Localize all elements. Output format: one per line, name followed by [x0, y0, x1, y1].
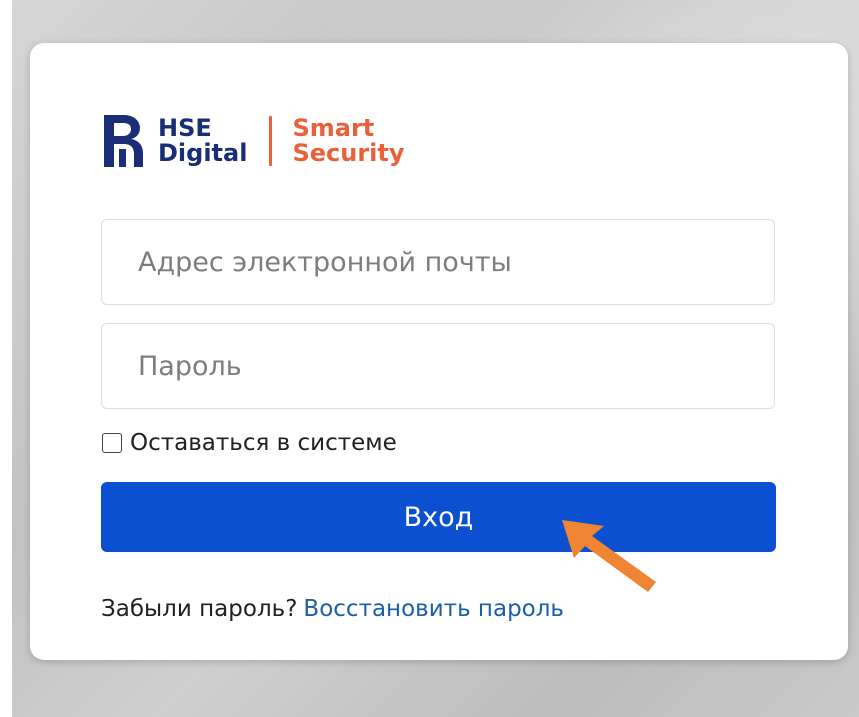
- remember-label[interactable]: Оставаться в системе: [130, 430, 397, 456]
- brand-secondary-line1: Smart: [292, 114, 375, 142]
- brand-secondary-line2: Security: [292, 139, 405, 167]
- brand-secondary: Smart Security: [292, 116, 404, 166]
- password-input[interactable]: [101, 323, 775, 409]
- remember-me[interactable]: Оставаться в системе: [102, 430, 397, 456]
- email-input[interactable]: [101, 219, 775, 305]
- restore-password-link[interactable]: Восстановить пароль: [303, 596, 564, 622]
- brand-primary: HSE Digital: [158, 116, 247, 166]
- hse-logo-icon: [104, 115, 143, 167]
- brand-primary-line1: HSE: [158, 114, 212, 142]
- brand-divider: [269, 116, 273, 166]
- remember-checkbox[interactable]: [102, 433, 122, 453]
- login-button[interactable]: Вход: [101, 482, 776, 552]
- brand-primary-line2: Digital: [158, 139, 248, 167]
- brand-logo: HSE Digital Smart Security: [100, 110, 405, 172]
- forgot-password: Забыли пароль? Восстановить пароль: [101, 596, 564, 622]
- forgot-password-text: Забыли пароль?: [101, 596, 298, 622]
